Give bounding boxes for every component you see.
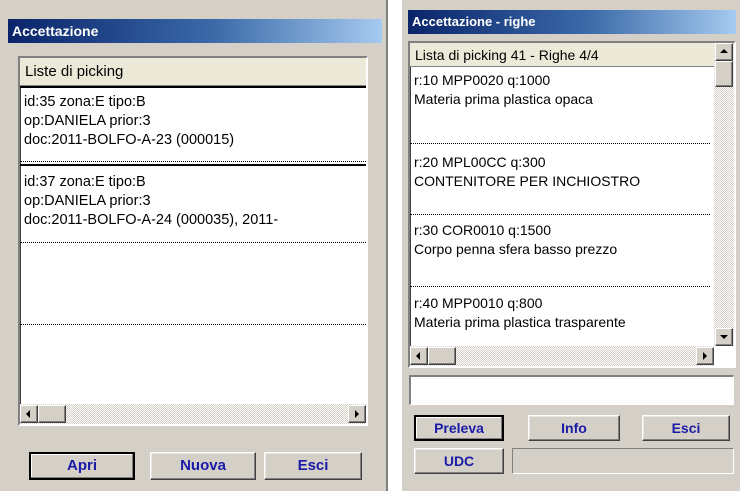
window-title: Accettazione - righe: [408, 10, 736, 34]
scroll-right-button[interactable]: [696, 347, 714, 365]
scroll-thumb[interactable]: [38, 405, 66, 423]
open-button[interactable]: Apri: [29, 452, 135, 480]
barcode-input[interactable]: [409, 375, 734, 405]
separator: [20, 242, 366, 243]
arrow-left-icon: [26, 410, 30, 418]
list-header: Liste di picking: [20, 58, 366, 86]
separator: [20, 86, 366, 88]
scroll-right-button[interactable]: [348, 405, 366, 423]
acceptance-window: Accettazione Liste di picking id:35 zona…: [0, 0, 388, 491]
arrow-left-icon: [416, 352, 420, 360]
separator: [20, 324, 366, 325]
item-line: doc:2011-BOLFO-A-24 (000035), 2011-: [24, 212, 279, 228]
scroll-thumb[interactable]: [428, 347, 456, 365]
row-line: r:30 COR0010 q:1500: [414, 222, 551, 238]
scroll-thumb[interactable]: [715, 61, 733, 87]
separator: [410, 143, 710, 144]
item-line: id:37 zona:E tipo:B: [24, 174, 146, 190]
window-title: Accettazione: [8, 19, 382, 43]
acceptance-rows-window: Accettazione - righe Lista di picking 41…: [402, 0, 740, 491]
list-item[interactable]: id:35 zona:E tipo:B op:DANIELA prior:3 d…: [20, 93, 366, 163]
separator: [410, 286, 710, 287]
row-line: CONTENITORE PER INCHIOSTRO: [414, 173, 641, 189]
separator: [20, 161, 366, 162]
scroll-up-button[interactable]: [715, 43, 733, 61]
new-button[interactable]: Nuova: [150, 452, 256, 480]
horizontal-scrollbar[interactable]: [20, 404, 366, 424]
arrow-up-icon: [720, 49, 728, 53]
exit-button[interactable]: Esci: [264, 452, 362, 480]
row-line: Corpo penna sfera basso prezzo: [414, 241, 618, 257]
item-line: op:DANIELA prior:3: [24, 193, 151, 209]
scroll-left-button[interactable]: [20, 405, 38, 423]
take-button[interactable]: Preleva: [414, 415, 504, 441]
scroll-down-button[interactable]: [715, 328, 733, 346]
picking-rows-panel: Lista di picking 41 - Righe 4/4 r:10 MPP…: [408, 41, 736, 368]
arrow-right-icon: [355, 410, 359, 418]
separator: [20, 164, 366, 166]
row-line: r:20 MPL00CC q:300: [414, 154, 546, 170]
picking-lists-panel: Liste di picking id:35 zona:E tipo:B op:…: [18, 56, 368, 426]
row-line: r:10 MPP0020 q:1000: [414, 72, 551, 88]
row-line: Materia prima plastica trasparente: [414, 314, 626, 330]
exit-button[interactable]: Esci: [642, 415, 730, 441]
status-field: [512, 448, 734, 474]
horizontal-scrollbar[interactable]: [410, 346, 714, 366]
list-item[interactable]: id:37 zona:E tipo:B op:DANIELA prior:3 d…: [20, 173, 366, 243]
vertical-scrollbar[interactable]: [714, 43, 734, 346]
info-button[interactable]: Info: [528, 415, 620, 441]
scroll-left-button[interactable]: [410, 347, 428, 365]
list-item[interactable]: r:30 COR0010 q:1500 Corpo penna sfera ba…: [410, 221, 710, 259]
arrow-down-icon: [720, 335, 728, 339]
list-item[interactable]: r:10 MPP0020 q:1000 Materia prima plasti…: [410, 71, 710, 109]
separator: [410, 214, 710, 215]
row-line: Materia prima plastica opaca: [414, 91, 593, 107]
arrow-right-icon: [703, 352, 707, 360]
udc-button[interactable]: UDC: [414, 448, 504, 474]
item-line: op:DANIELA prior:3: [24, 113, 151, 129]
list-header: Lista di picking 41 - Righe 4/4: [410, 43, 714, 67]
list-item[interactable]: r:40 MPP0010 q:800 Materia prima plastic…: [410, 294, 710, 332]
list-item[interactable]: r:20 MPL00CC q:300 CONTENITORE PER INCHI…: [410, 153, 710, 191]
item-line: doc:2011-BOLFO-A-23 (000015): [24, 132, 235, 148]
row-line: r:40 MPP0010 q:800: [414, 295, 543, 311]
item-line: id:35 zona:E tipo:B: [24, 94, 146, 110]
